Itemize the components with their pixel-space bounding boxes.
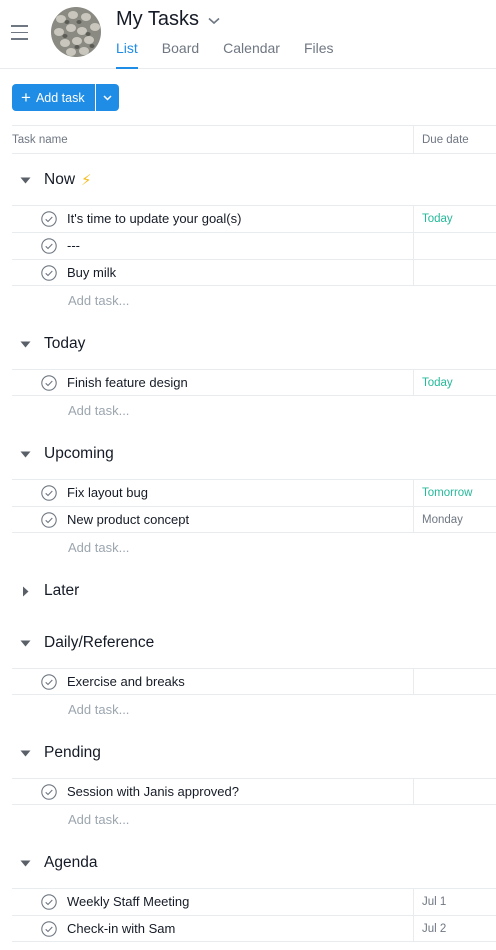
- column-due-date[interactable]: Due date: [422, 134, 469, 146]
- column-divider: [413, 889, 414, 915]
- task-row[interactable]: Exercise and breaks: [12, 668, 496, 695]
- task-row[interactable]: It's time to update your goal(s) Today: [12, 205, 496, 232]
- add-task-link[interactable]: Add task...: [68, 403, 129, 418]
- check-circle-icon[interactable]: [41, 784, 57, 800]
- due-date[interactable]: Jul 1: [422, 896, 446, 908]
- section-title: Later: [44, 582, 80, 599]
- due-date[interactable]: Tomorrow: [422, 487, 472, 499]
- section-header-agenda[interactable]: Agenda: [20, 853, 97, 873]
- task-row[interactable]: Session with Janis approved?: [12, 778, 496, 805]
- add-task-button[interactable]: + Add task: [12, 84, 95, 111]
- section-header-today[interactable]: Today: [20, 334, 85, 354]
- column-header: Task name Due date: [12, 125, 496, 154]
- add-task-dropdown-button[interactable]: [95, 84, 119, 111]
- tab-calendar[interactable]: Calendar: [223, 40, 280, 69]
- caret-down-icon[interactable]: [20, 341, 34, 348]
- task-row[interactable]: Fix layout bug Tomorrow: [12, 479, 496, 506]
- caret-down-icon[interactable]: [20, 177, 34, 184]
- section-header-daily-reference[interactable]: Daily/Reference: [20, 633, 154, 653]
- chevron-down-icon: [103, 94, 112, 101]
- column-divider: [413, 370, 414, 396]
- page-header: My Tasks List Board Calendar Files: [0, 0, 496, 69]
- task-row[interactable]: Finish feature design Today: [12, 369, 496, 396]
- due-date[interactable]: Today: [422, 213, 453, 225]
- task-row[interactable]: Buy milk: [12, 259, 496, 286]
- check-circle-icon[interactable]: [41, 894, 57, 910]
- avatar[interactable]: [51, 7, 101, 57]
- task-name[interactable]: Check-in with Sam: [67, 921, 175, 936]
- task-row[interactable]: Check-in with Sam Jul 2: [12, 915, 496, 942]
- add-task-link[interactable]: Add task...: [68, 540, 129, 555]
- check-circle-icon[interactable]: [41, 238, 57, 254]
- section-title: Now: [44, 171, 76, 188]
- check-circle-icon[interactable]: [41, 485, 57, 501]
- task-name[interactable]: Buy milk: [67, 265, 116, 280]
- section-title: Agenda: [44, 854, 98, 871]
- check-circle-icon[interactable]: [41, 265, 57, 281]
- chevron-down-icon[interactable]: [208, 17, 220, 25]
- task-name[interactable]: ---: [67, 238, 80, 253]
- due-date[interactable]: Today: [422, 377, 453, 389]
- section-title: Upcoming: [44, 445, 114, 462]
- task-row[interactable]: New product concept Monday: [12, 506, 496, 533]
- section-title: Daily/Reference: [44, 634, 155, 651]
- caret-right-icon[interactable]: [20, 586, 34, 597]
- check-circle-icon[interactable]: [41, 512, 57, 528]
- task-name[interactable]: New product concept: [67, 512, 189, 527]
- task-name[interactable]: Session with Janis approved?: [67, 784, 239, 799]
- page-title: My Tasks: [116, 8, 199, 30]
- column-divider: [413, 916, 414, 942]
- column-divider: [413, 233, 414, 259]
- caret-down-icon[interactable]: [20, 750, 34, 757]
- check-circle-icon[interactable]: [41, 674, 57, 690]
- section-title: Today: [44, 335, 86, 352]
- view-tabs: List Board Calendar Files: [116, 40, 358, 69]
- section-header-later[interactable]: Later: [20, 581, 79, 601]
- task-name[interactable]: Fix layout bug: [67, 485, 148, 500]
- check-circle-icon[interactable]: [41, 211, 57, 227]
- plus-icon: +: [21, 88, 31, 107]
- hamburger-menu-icon[interactable]: [11, 25, 29, 40]
- column-divider[interactable]: [413, 126, 414, 154]
- caret-down-icon[interactable]: [20, 640, 34, 647]
- section-header-pending[interactable]: Pending: [20, 743, 101, 763]
- task-row[interactable]: Weekly Staff Meeting Jul 1: [12, 888, 496, 915]
- add-task-label: Add task: [35, 90, 85, 105]
- section-header-upcoming[interactable]: Upcoming: [20, 444, 114, 464]
- due-date[interactable]: Monday: [422, 514, 463, 526]
- add-task-link[interactable]: Add task...: [68, 702, 129, 717]
- add-task-link[interactable]: Add task...: [68, 293, 129, 308]
- column-task-name[interactable]: Task name: [12, 134, 68, 146]
- column-divider: [413, 507, 414, 533]
- task-name[interactable]: It's time to update your goal(s): [67, 211, 241, 226]
- add-task-link[interactable]: Add task...: [68, 812, 129, 827]
- task-row[interactable]: ---: [12, 232, 496, 259]
- column-divider: [413, 206, 414, 232]
- column-divider: [413, 779, 414, 805]
- caret-down-icon[interactable]: [20, 451, 34, 458]
- section-header-now[interactable]: Now ⚡: [20, 170, 92, 190]
- column-divider: [413, 260, 414, 286]
- tab-files[interactable]: Files: [304, 40, 334, 69]
- check-circle-icon[interactable]: [41, 375, 57, 391]
- task-name[interactable]: Weekly Staff Meeting: [67, 894, 189, 909]
- toolbar: + Add task: [12, 84, 119, 111]
- tab-board[interactable]: Board: [162, 40, 199, 69]
- task-name[interactable]: Finish feature design: [67, 375, 188, 390]
- caret-down-icon[interactable]: [20, 860, 34, 867]
- task-name[interactable]: Exercise and breaks: [67, 674, 185, 689]
- lightning-bolt-icon: ⚡: [81, 172, 92, 189]
- column-divider: [413, 480, 414, 506]
- column-divider: [413, 669, 414, 695]
- due-date[interactable]: Jul 2: [422, 923, 446, 935]
- check-circle-icon[interactable]: [41, 921, 57, 937]
- section-title: Pending: [44, 744, 101, 761]
- tab-list[interactable]: List: [116, 40, 138, 69]
